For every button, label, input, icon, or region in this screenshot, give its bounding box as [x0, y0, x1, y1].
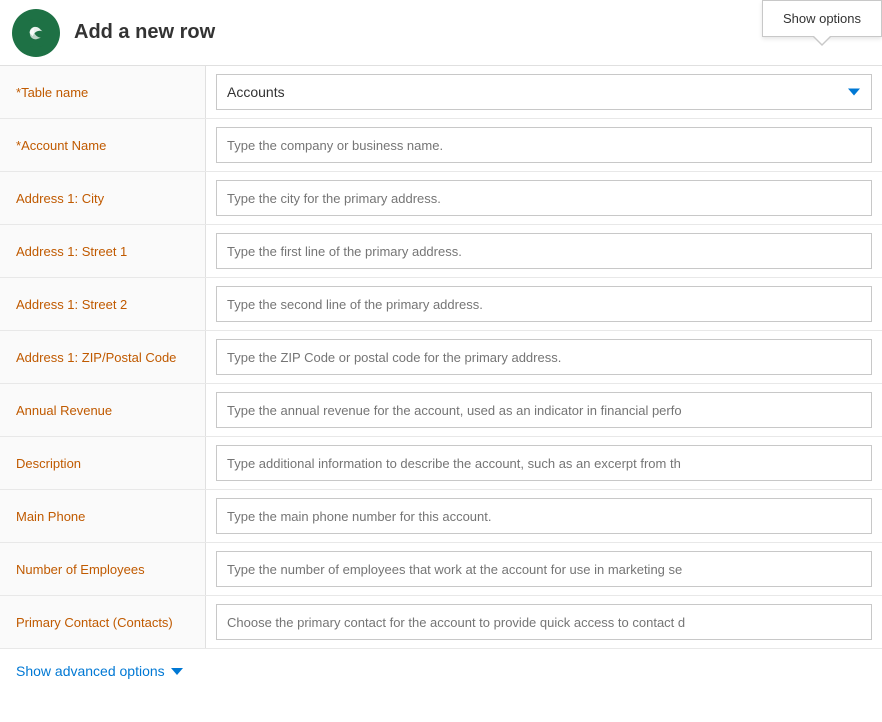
table-name-label: Table name	[0, 66, 205, 118]
row-address-street1: Address 1: Street 1	[0, 225, 882, 278]
row-address-zip: Address 1: ZIP/Postal Code	[0, 331, 882, 384]
label-annual-revenue: Annual Revenue	[0, 384, 205, 436]
input-container-main-phone	[205, 490, 882, 542]
row-address-street2: Address 1: Street 2	[0, 278, 882, 331]
table-name-row: Table name Accounts Contacts Leads Oppor…	[0, 66, 882, 119]
table-name-select-wrapper: Accounts Contacts Leads Opportunities	[216, 74, 872, 110]
input-container-address-street2	[205, 278, 882, 330]
input-annual-revenue[interactable]	[216, 392, 872, 428]
footer: Show advanced options	[0, 649, 882, 693]
input-container-address-street1	[205, 225, 882, 277]
app-logo	[12, 9, 60, 57]
input-main-phone[interactable]	[216, 498, 872, 534]
header: Add a new row Show options	[0, 0, 882, 66]
label-description: Description	[0, 437, 205, 489]
label-main-phone: Main Phone	[0, 490, 205, 542]
row-address-city: Address 1: City	[0, 172, 882, 225]
form-container: Table name Accounts Contacts Leads Oppor…	[0, 66, 882, 649]
fields-container: Account NameAddress 1: CityAddress 1: St…	[0, 119, 882, 649]
label-num-employees: Number of Employees	[0, 543, 205, 595]
input-address-zip[interactable]	[216, 339, 872, 375]
input-address-street2[interactable]	[216, 286, 872, 322]
label-primary-contact: Primary Contact (Contacts)	[0, 596, 205, 648]
row-account-name: Account Name	[0, 119, 882, 172]
input-container-account-name	[205, 119, 882, 171]
chevron-down-icon	[171, 668, 183, 675]
show-advanced-button[interactable]: Show advanced options	[16, 663, 183, 679]
label-address-city: Address 1: City	[0, 172, 205, 224]
input-account-name[interactable]	[216, 127, 872, 163]
input-container-address-city	[205, 172, 882, 224]
row-primary-contact: Primary Contact (Contacts)	[0, 596, 882, 649]
input-num-employees[interactable]	[216, 551, 872, 587]
label-address-zip: Address 1: ZIP/Postal Code	[0, 331, 205, 383]
input-container-annual-revenue	[205, 384, 882, 436]
label-account-name: Account Name	[0, 119, 205, 171]
table-name-select-container: Accounts Contacts Leads Opportunities	[205, 66, 882, 118]
input-container-address-zip	[205, 331, 882, 383]
input-container-num-employees	[205, 543, 882, 595]
input-container-primary-contact	[205, 596, 882, 648]
input-primary-contact[interactable]	[216, 604, 872, 640]
input-address-city[interactable]	[216, 180, 872, 216]
page-title: Add a new row	[74, 21, 870, 44]
table-name-select[interactable]: Accounts Contacts Leads Opportunities	[216, 74, 872, 110]
input-address-street1[interactable]	[216, 233, 872, 269]
row-description: Description	[0, 437, 882, 490]
label-address-street2: Address 1: Street 2	[0, 278, 205, 330]
label-address-street1: Address 1: Street 1	[0, 225, 205, 277]
input-container-description	[205, 437, 882, 489]
show-options-button[interactable]: Show options	[762, 0, 882, 37]
row-annual-revenue: Annual Revenue	[0, 384, 882, 437]
row-num-employees: Number of Employees	[0, 543, 882, 596]
row-main-phone: Main Phone	[0, 490, 882, 543]
input-description[interactable]	[216, 445, 872, 481]
